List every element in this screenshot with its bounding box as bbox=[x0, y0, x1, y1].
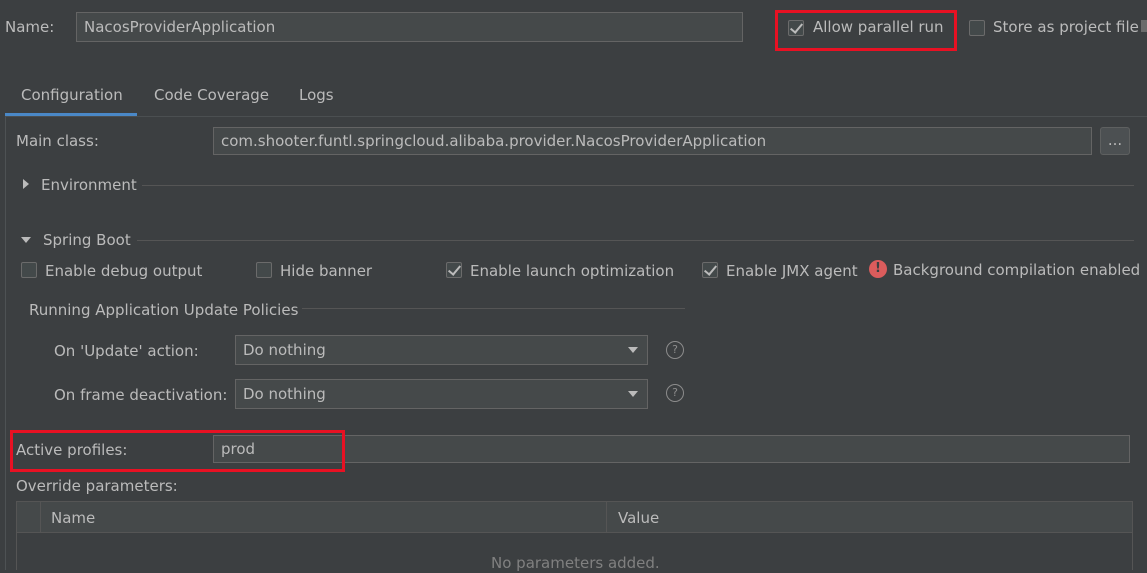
store-as-project-file-label[interactable]: Store as project file bbox=[993, 17, 1139, 37]
enable-debug-output-checkbox[interactable] bbox=[21, 262, 37, 278]
collapse-spring-boot-icon[interactable] bbox=[21, 237, 31, 243]
hide-banner-label[interactable]: Hide banner bbox=[280, 261, 372, 281]
enable-jmx-agent-checkbox[interactable] bbox=[702, 262, 718, 278]
on-update-action-select[interactable]: Do nothing bbox=[235, 335, 648, 365]
tab-configuration[interactable]: Configuration bbox=[5, 82, 137, 116]
empty-table-text: No parameters added. bbox=[491, 554, 660, 572]
active-profiles-input[interactable]: prod bbox=[213, 435, 1130, 463]
column-header-name[interactable]: Name bbox=[51, 508, 95, 528]
enable-launch-optimization-label[interactable]: Enable launch optimization bbox=[470, 261, 674, 281]
override-parameters-table: Name Value No parameters added. bbox=[16, 501, 1133, 572]
table-header-divider bbox=[606, 502, 607, 533]
hide-banner-checkbox[interactable] bbox=[256, 262, 272, 278]
table-header: Name Value bbox=[17, 502, 1132, 533]
highlight-box-active-profiles bbox=[10, 430, 345, 472]
background-compilation-warning: Background compilation enabled bbox=[893, 261, 1141, 279]
help-icon[interactable]: ? bbox=[666, 341, 684, 359]
pin-icon bbox=[1141, 20, 1147, 32]
enable-jmx-agent-label[interactable]: Enable JMX agent bbox=[726, 261, 858, 281]
on-frame-deactivation-select[interactable]: Do nothing bbox=[235, 379, 648, 409]
column-header-value[interactable]: Value bbox=[618, 508, 659, 528]
chevron-down-icon bbox=[628, 347, 638, 353]
table-header-divider bbox=[40, 502, 41, 533]
store-as-project-file-checkbox[interactable] bbox=[969, 20, 985, 36]
tab-logs[interactable]: Logs bbox=[299, 82, 334, 116]
spring-boot-divider bbox=[137, 240, 1134, 241]
chevron-down-icon bbox=[628, 391, 638, 397]
main-class-label: Main class: bbox=[16, 132, 99, 150]
environment-section-label[interactable]: Environment bbox=[41, 175, 137, 195]
name-input[interactable]: NacosProviderApplication bbox=[76, 12, 743, 42]
enable-debug-output-label[interactable]: Enable debug output bbox=[45, 261, 202, 281]
on-frame-deactivation-label: On frame deactivation: bbox=[54, 386, 228, 404]
warning-icon: ! bbox=[869, 260, 887, 278]
tab-code-coverage[interactable]: Code Coverage bbox=[154, 82, 269, 116]
enable-launch-optimization-checkbox[interactable] bbox=[446, 262, 462, 278]
on-update-action-label: On 'Update' action: bbox=[54, 342, 199, 360]
highlight-box-parallel-run bbox=[775, 10, 957, 51]
environment-divider bbox=[142, 185, 1134, 186]
browse-main-class-button[interactable]: ... bbox=[1100, 127, 1130, 155]
main-class-input[interactable]: com.shooter.funtl.springcloud.alibaba.pr… bbox=[213, 127, 1092, 155]
update-policies-title: Running Application Update Policies bbox=[29, 301, 299, 319]
name-label: Name: bbox=[5, 18, 55, 36]
override-parameters-label: Override parameters: bbox=[16, 477, 178, 495]
update-policies-divider bbox=[302, 308, 685, 309]
spring-boot-section-label[interactable]: Spring Boot bbox=[43, 230, 131, 250]
help-icon[interactable]: ? bbox=[666, 384, 684, 402]
expand-environment-icon[interactable] bbox=[23, 179, 29, 189]
